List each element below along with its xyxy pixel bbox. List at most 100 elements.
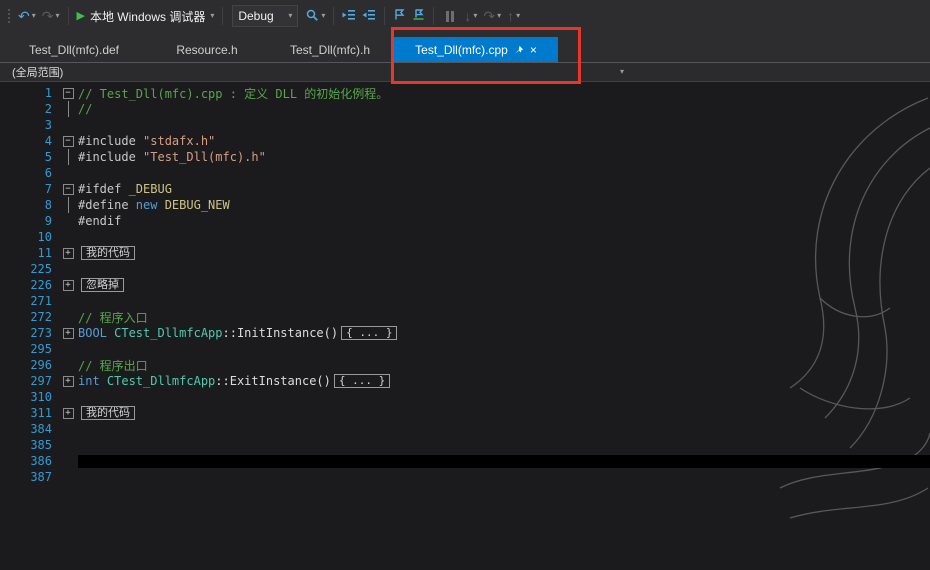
- code-line[interactable]: 226 + 忽略掉: [0, 277, 930, 293]
- toolbar-grip[interactable]: [7, 8, 12, 24]
- scope-dropdown-value[interactable]: (全局范围): [0, 64, 63, 80]
- find-button[interactable]: ▾: [302, 6, 328, 27]
- code-line[interactable]: 3: [0, 117, 930, 133]
- close-icon[interactable]: ×: [530, 44, 537, 56]
- collapsed-region-box[interactable]: 忽略掉: [81, 278, 124, 292]
- code-line[interactable]: 384: [0, 421, 930, 437]
- code-editor[interactable]: 1−// Test_Dll(mfc).cpp : 定义 DLL 的初始化例程。 2…: [0, 82, 930, 570]
- code-line[interactable]: 8 #define new DEBUG_NEW: [0, 197, 930, 213]
- code-line[interactable]: 11 + 我的代码: [0, 245, 930, 261]
- code-line[interactable]: 385: [0, 437, 930, 453]
- line-number[interactable]: 311: [0, 406, 58, 420]
- bookmark-next-button[interactable]: [409, 6, 428, 26]
- fold-marker[interactable]: −: [58, 181, 78, 197]
- collapsed-region-box[interactable]: 我的代码: [81, 406, 135, 420]
- code-line[interactable]: 9 #endif: [0, 213, 930, 229]
- code-line[interactable]: 386: [0, 453, 930, 469]
- line-number[interactable]: 297: [0, 374, 58, 388]
- fold-marker[interactable]: +: [58, 325, 78, 341]
- step-into-button[interactable]: ↓ ▾: [461, 7, 480, 25]
- step-over-button[interactable]: ↷ ▾: [480, 7, 504, 25]
- expand-icon[interactable]: +: [62, 375, 74, 387]
- expand-icon[interactable]: +: [62, 407, 74, 419]
- code-line[interactable]: 311 + 我的代码: [0, 405, 930, 421]
- indent-decrease-button[interactable]: [339, 7, 359, 26]
- line-number[interactable]: 296: [0, 358, 58, 372]
- fold-marker[interactable]: [58, 197, 78, 213]
- line-number[interactable]: 2: [0, 102, 58, 116]
- code-line[interactable]: 271: [0, 293, 930, 309]
- fold-marker[interactable]: [58, 149, 78, 165]
- line-number[interactable]: 310: [0, 390, 58, 404]
- line-number[interactable]: 295: [0, 342, 58, 356]
- code-line[interactable]: 272 // 程序入口: [0, 309, 930, 325]
- code-line[interactable]: 7− #ifdef _DEBUG: [0, 181, 930, 197]
- line-number[interactable]: 9: [0, 214, 58, 228]
- undo-button[interactable]: ↶ ▾: [15, 7, 39, 25]
- expand-icon[interactable]: +: [62, 279, 74, 291]
- code-line[interactable]: 6: [0, 165, 930, 181]
- expand-icon[interactable]: +: [62, 327, 74, 339]
- tab-resource-h[interactable]: Resource.h: [148, 37, 266, 62]
- pin-icon[interactable]: [514, 45, 524, 55]
- code-line[interactable]: 297 + int CTest_DllmfcApp::ExitInstance(){…: [0, 373, 930, 389]
- line-number[interactable]: 226: [0, 278, 58, 292]
- code-line[interactable]: 10: [0, 229, 930, 245]
- code-line[interactable]: 5 #include "Test_Dll(mfc).h": [0, 149, 930, 165]
- line-number[interactable]: 4: [0, 134, 58, 148]
- navigation-bar[interactable]: (全局范围) ▾: [0, 62, 930, 82]
- redo-button[interactable]: ↷ ▾: [39, 7, 63, 25]
- line-number[interactable]: 7: [0, 182, 58, 196]
- code-line[interactable]: 225: [0, 261, 930, 277]
- code-line[interactable]: 1−// Test_Dll(mfc).cpp : 定义 DLL 的初始化例程。: [0, 85, 930, 101]
- collapsed-region-box[interactable]: { ... }: [341, 326, 398, 340]
- code-line[interactable]: 387: [0, 469, 930, 485]
- bookmark-toggle-button[interactable]: [390, 6, 409, 26]
- line-number[interactable]: 385: [0, 438, 58, 452]
- code-line[interactable]: 2 //: [0, 101, 930, 117]
- line-number[interactable]: 271: [0, 294, 58, 308]
- collapsed-region-box[interactable]: 我的代码: [81, 246, 135, 260]
- line-number[interactable]: 3: [0, 118, 58, 132]
- indent-increase-button[interactable]: [359, 7, 379, 26]
- line-number[interactable]: 387: [0, 470, 58, 484]
- step-out-button[interactable]: ↑ ▾: [504, 7, 523, 25]
- collapsed-region-box[interactable]: { ... }: [333, 374, 391, 388]
- solution-config-dropdown[interactable]: Debug ▾: [232, 5, 299, 27]
- break-all-button[interactable]: [439, 9, 461, 24]
- start-debug-button[interactable]: ▶ 本地 Windows 调试器 ▾: [74, 6, 218, 27]
- tab-test-dll-h[interactable]: Test_Dll(mfc).h: [266, 37, 394, 62]
- code-line[interactable]: 295: [0, 341, 930, 357]
- line-number[interactable]: 5: [0, 150, 58, 164]
- line-number[interactable]: 225: [0, 262, 58, 276]
- code-token: #ifdef: [78, 182, 129, 196]
- code-line[interactable]: 4− #include "stdafx.h": [0, 133, 930, 149]
- code-line[interactable]: 296 // 程序出口: [0, 357, 930, 373]
- fold-marker[interactable]: −: [58, 85, 78, 101]
- chevron-down-icon[interactable]: ▾: [620, 68, 624, 76]
- line-number[interactable]: 8: [0, 198, 58, 212]
- code-line[interactable]: 273 + BOOL CTest_DllmfcApp::InitInstance()…: [0, 325, 930, 341]
- line-number[interactable]: 1: [0, 86, 58, 100]
- line-number[interactable]: 386: [0, 454, 58, 468]
- code-line[interactable]: 310: [0, 389, 930, 405]
- line-number[interactable]: 272: [0, 310, 58, 324]
- fold-marker[interactable]: +: [58, 405, 78, 421]
- fold-marker[interactable]: +: [58, 277, 78, 293]
- fold-marker[interactable]: +: [58, 245, 78, 261]
- fold-marker[interactable]: −: [58, 133, 78, 149]
- indent-increase-icon: [362, 9, 376, 24]
- line-number[interactable]: 10: [0, 230, 58, 244]
- line-number[interactable]: 273: [0, 326, 58, 340]
- expand-icon[interactable]: +: [62, 247, 74, 259]
- tab-test-dll-def[interactable]: Test_Dll(mfc).def: [0, 37, 148, 62]
- line-number[interactable]: 6: [0, 166, 58, 180]
- line-number[interactable]: 11: [0, 246, 58, 260]
- fold-marker[interactable]: +: [58, 373, 78, 389]
- fold-marker[interactable]: [58, 101, 78, 117]
- collapse-icon[interactable]: −: [62, 87, 74, 99]
- collapse-icon[interactable]: −: [62, 135, 74, 147]
- line-number[interactable]: 384: [0, 422, 58, 436]
- collapse-icon[interactable]: −: [62, 183, 74, 195]
- tab-test-dll-cpp[interactable]: Test_Dll(mfc).cpp ×: [394, 37, 558, 62]
